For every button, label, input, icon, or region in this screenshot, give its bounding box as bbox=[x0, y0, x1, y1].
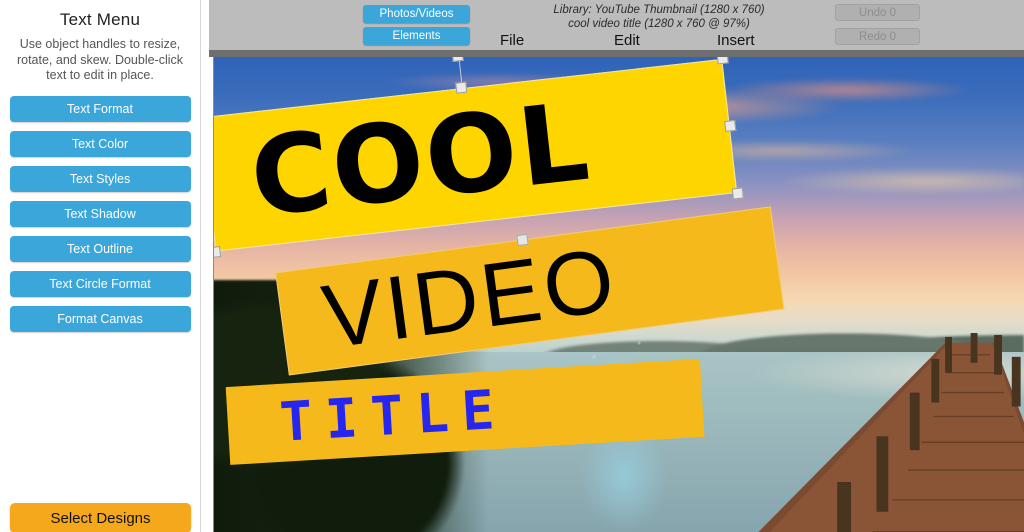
text-styles-button[interactable]: Text Styles bbox=[9, 165, 191, 192]
text-color-button[interactable]: Text Color bbox=[9, 130, 191, 157]
pier-image bbox=[700, 328, 1024, 532]
menu-edit[interactable]: Edit bbox=[614, 32, 640, 49]
text-circle-format-button[interactable]: Text Circle Format bbox=[9, 270, 191, 297]
menu-file[interactable]: File bbox=[500, 32, 524, 49]
select-designs-button[interactable]: Select Designs bbox=[10, 503, 191, 532]
menu-insert[interactable]: Insert bbox=[717, 32, 755, 49]
undo-button[interactable]: Undo 0 bbox=[835, 4, 920, 21]
text-object-cool-label: COOL bbox=[244, 79, 597, 242]
document-name-line: cool video title (1280 x 760 @ 97%) bbox=[568, 18, 750, 30]
sidebar-hint-text: Use object handles to resize, rotate, an… bbox=[16, 37, 184, 82]
text-format-button[interactable]: Text Format bbox=[9, 95, 191, 122]
elements-button[interactable]: Elements bbox=[363, 27, 470, 45]
text-object-title-label: TITLE bbox=[278, 377, 509, 454]
design-canvas[interactable]: COOL VIDEO TITLE bbox=[213, 57, 1024, 532]
library-name-line: Library: YouTube Thumbnail (1280 x 760) bbox=[553, 4, 765, 16]
pier-svg bbox=[757, 328, 1024, 532]
redo-button[interactable]: Redo 0 bbox=[835, 28, 920, 45]
toolbar-shadow-strip bbox=[209, 50, 1024, 57]
page-title: Text Menu bbox=[59, 10, 141, 29]
library-info: Library: YouTube Thumbnail (1280 x 760) … bbox=[459, 3, 859, 31]
text-shadow-button[interactable]: Text Shadow bbox=[9, 200, 191, 227]
format-canvas-button[interactable]: Format Canvas bbox=[9, 305, 191, 332]
top-toolbar: Photos/Videos Elements Library: YouTube … bbox=[209, 0, 1024, 50]
text-outline-button[interactable]: Text Outline bbox=[9, 235, 191, 262]
photos-videos-button[interactable]: Photos/Videos bbox=[363, 5, 470, 23]
text-menu-sidebar: Text Menu Use object handles to resize, … bbox=[0, 0, 201, 532]
